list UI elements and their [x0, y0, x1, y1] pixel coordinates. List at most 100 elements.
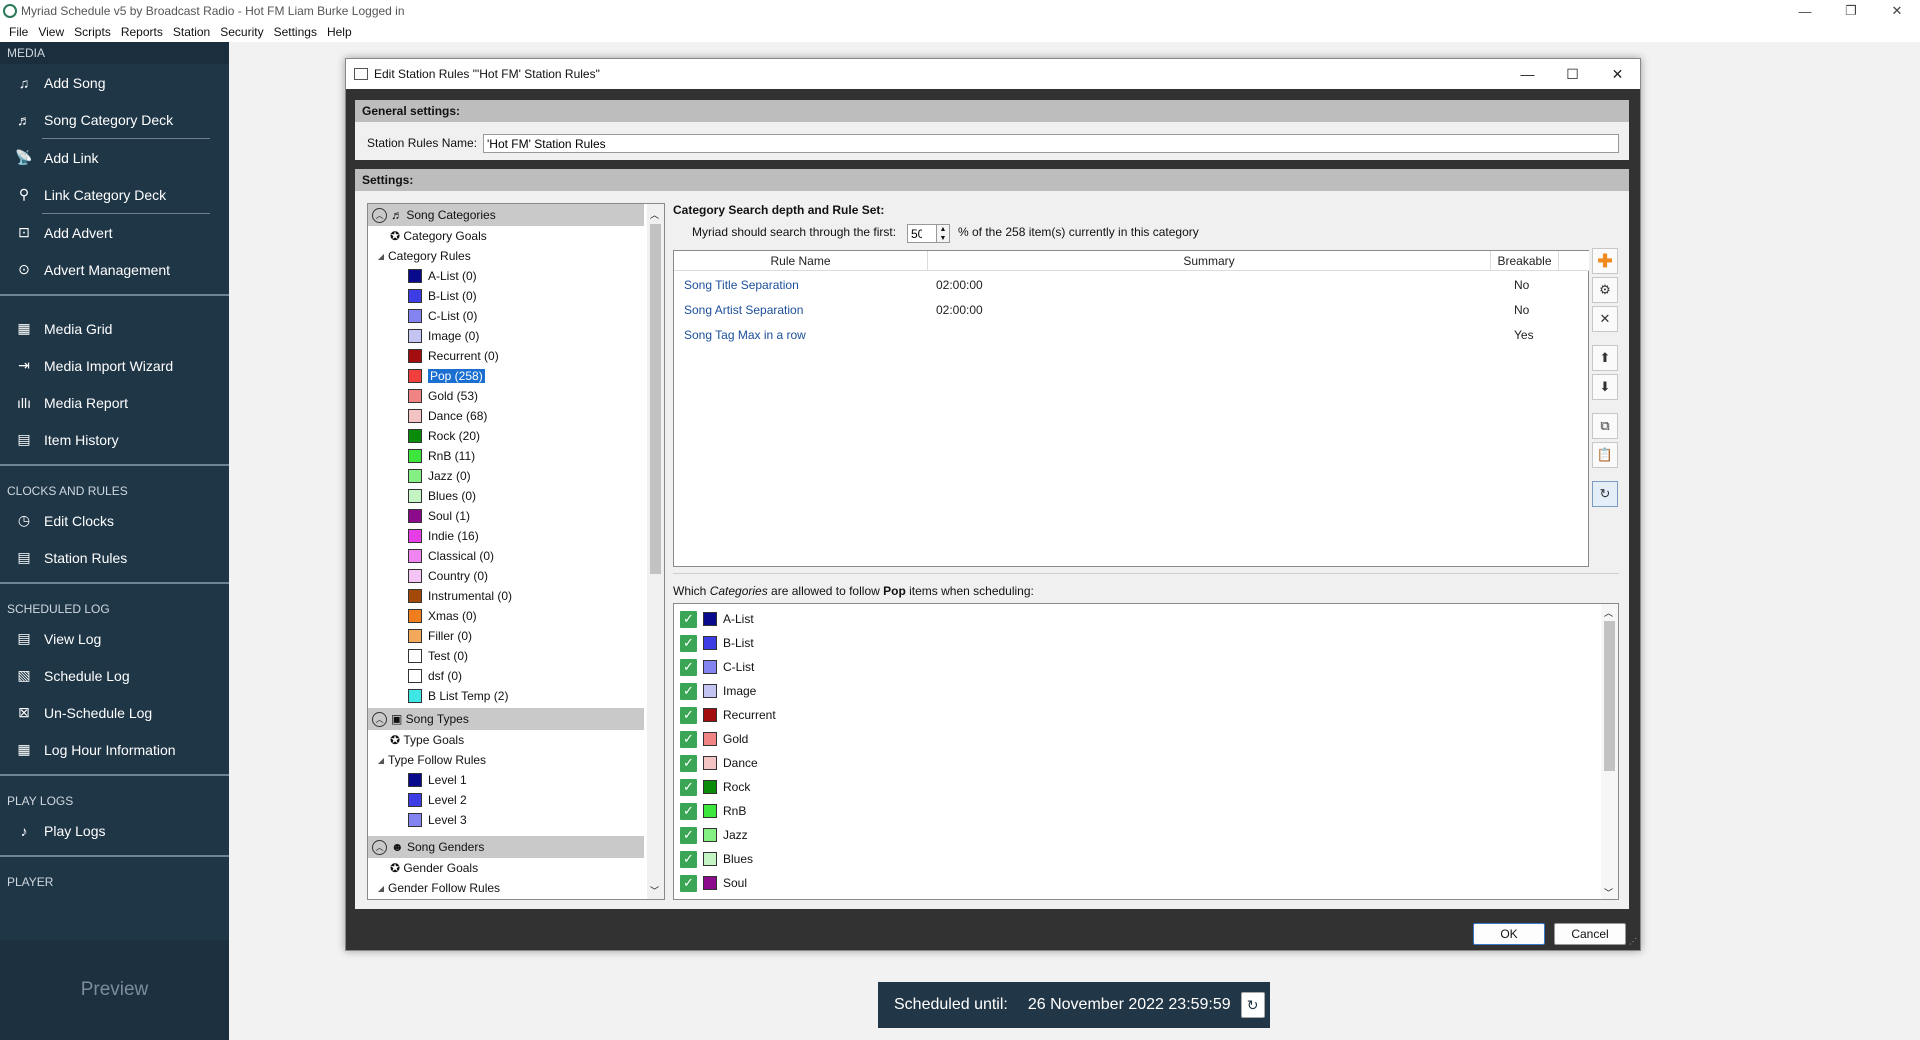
tree-item-category[interactable]: Soul (1): [368, 506, 664, 526]
follow-category-item[interactable]: ✓ Gold: [674, 727, 1618, 751]
tree-item-category[interactable]: Indie (16): [368, 526, 664, 546]
tree-item-category[interactable]: Xmas (0): [368, 606, 664, 626]
sidebar-item-media-grid[interactable]: ▦ Media Grid: [0, 310, 229, 347]
close-icon[interactable]: ✕: [1595, 59, 1640, 89]
follow-category-item[interactable]: ✓ Image: [674, 679, 1618, 703]
tree-item-level[interactable]: Level 3: [368, 810, 664, 830]
follow-category-item[interactable]: ✓ A-List: [674, 607, 1618, 631]
sidebar-item-view-log[interactable]: ▤ View Log: [0, 620, 229, 657]
tree-item-category[interactable]: B-List (0): [368, 286, 664, 306]
move-up-button[interactable]: ⬆: [1592, 345, 1618, 371]
expand-arrow-icon[interactable]: ◢: [374, 756, 388, 765]
follow-category-item[interactable]: ✓ RnB: [674, 799, 1618, 823]
sidebar-item-schedule-log[interactable]: ▧ Schedule Log: [0, 657, 229, 694]
tree-item-category[interactable]: Jazz (0): [368, 466, 664, 486]
checkbox[interactable]: ✓: [680, 658, 697, 676]
follow-category-item[interactable]: ✓ B-List: [674, 631, 1618, 655]
sidebar-item-station-rules[interactable]: ▤ Station Rules: [0, 539, 229, 576]
follow-category-item[interactable]: ✓ Jazz: [674, 823, 1618, 847]
menu-help[interactable]: Help: [322, 25, 357, 39]
tree-section-song-genders[interactable]: ︿ ☻ Song Genders: [368, 836, 644, 858]
scrollbar-thumb[interactable]: [650, 224, 661, 574]
sidebar-item-add-link[interactable]: 📡 Add Link: [0, 139, 229, 176]
copy-button[interactable]: ⧉: [1592, 413, 1618, 439]
scroll-up-icon[interactable]: ︿: [1604, 606, 1613, 619]
ok-button[interactable]: OK: [1473, 923, 1545, 945]
tree-item-category[interactable]: B List Temp (2): [368, 686, 664, 706]
checkbox[interactable]: ✓: [680, 706, 697, 724]
edit-rule-button[interactable]: ⚙: [1592, 277, 1618, 303]
sidebar-item-log-hour-information[interactable]: ▦ Log Hour Information: [0, 731, 229, 768]
move-down-button[interactable]: ⬇: [1592, 374, 1618, 400]
menu-settings[interactable]: Settings: [269, 25, 322, 39]
tree-item-category-rules[interactable]: ◢ Category Rules: [368, 246, 664, 266]
tree-item-category[interactable]: C-List (0): [368, 306, 664, 326]
collapse-icon[interactable]: ︿: [372, 839, 387, 855]
sidebar-item-play-logs[interactable]: ♪ Play Logs: [0, 812, 229, 849]
sidebar-item-advert-management[interactable]: ⊙ Advert Management: [0, 251, 229, 288]
sidebar-item-item-history[interactable]: ▤ Item History: [0, 421, 229, 458]
sidebar-item-media-import-wizard[interactable]: ⇥ Media Import Wizard: [0, 347, 229, 384]
minimize-icon[interactable]: —: [1505, 59, 1550, 89]
scroll-down-icon[interactable]: ﹀: [650, 884, 659, 897]
tree-item-category-goals[interactable]: ✪ Category Goals: [368, 226, 664, 246]
tree-section-song-categories[interactable]: ︿ ♬ Song Categories: [368, 204, 644, 226]
sidebar-item-unschedule-log[interactable]: ⊠ Un-Schedule Log: [0, 694, 229, 731]
expand-arrow-icon[interactable]: ◢: [374, 884, 388, 893]
minimize-icon[interactable]: —: [1782, 0, 1828, 22]
follow-category-item[interactable]: ✓ Rock: [674, 775, 1618, 799]
cancel-button[interactable]: Cancel: [1554, 923, 1626, 945]
station-rules-name-input[interactable]: [483, 134, 1619, 153]
tree-item-category[interactable]: Instrumental (0): [368, 586, 664, 606]
sidebar-item-add-song[interactable]: ♫ Add Song: [0, 64, 229, 101]
menu-security[interactable]: Security: [215, 25, 268, 39]
delete-rule-button[interactable]: ✕: [1592, 306, 1618, 332]
tree-item-level[interactable]: Level 1: [368, 770, 664, 790]
column-header-rule-name[interactable]: Rule Name: [674, 251, 928, 271]
column-header-breakable[interactable]: Breakable: [1491, 251, 1559, 271]
collapse-icon[interactable]: ︿: [372, 711, 387, 727]
checkbox[interactable]: ✓: [680, 778, 697, 796]
checkbox[interactable]: ✓: [680, 634, 697, 652]
follow-category-item[interactable]: ✓ Recurrent: [674, 703, 1618, 727]
tree-item-level[interactable]: Level 2: [368, 790, 664, 810]
search-depth-input[interactable]: [907, 224, 937, 243]
checkbox[interactable]: ✓: [680, 874, 697, 892]
menu-file[interactable]: File: [4, 25, 33, 39]
tree-item-category[interactable]: Gold (53): [368, 386, 664, 406]
checkbox[interactable]: ✓: [680, 754, 697, 772]
restore-icon[interactable]: ❐: [1828, 0, 1874, 22]
sidebar-item-song-category-deck[interactable]: ♬ Song Category Deck: [0, 101, 229, 138]
tree-item-category[interactable]: A-List (0): [368, 266, 664, 286]
menu-station[interactable]: Station: [168, 25, 215, 39]
follow-category-item[interactable]: ✓ C-List: [674, 655, 1618, 679]
menu-reports[interactable]: Reports: [116, 25, 168, 39]
rule-row[interactable]: Song Tag Max in a row Yes: [674, 323, 1588, 348]
tree-item-category[interactable]: Classical (0): [368, 546, 664, 566]
checkbox[interactable]: ✓: [680, 826, 697, 844]
refresh-schedule-button[interactable]: ↻: [1240, 992, 1265, 1018]
sidebar-item-media-report[interactable]: ıllı Media Report: [0, 384, 229, 421]
follow-category-item[interactable]: ✓ Soul: [674, 871, 1618, 895]
tree-item-type-goals[interactable]: ✪ Type Goals: [368, 730, 664, 750]
tree-item-category[interactable]: Image (0): [368, 326, 664, 346]
checkbox[interactable]: ✓: [680, 610, 697, 628]
tree-item-category[interactable]: RnB (11): [368, 446, 664, 466]
tree-item-category[interactable]: Country (0): [368, 566, 664, 586]
tree-item-type-follow-rules[interactable]: ◢ Type Follow Rules: [368, 750, 664, 770]
checkbox[interactable]: ✓: [680, 802, 697, 820]
resize-grip-icon[interactable]: ⋰: [1629, 937, 1637, 946]
scroll-down-icon[interactable]: ﹀: [1604, 886, 1613, 899]
tree-item-category[interactable]: Recurrent (0): [368, 346, 664, 366]
menu-view[interactable]: View: [33, 25, 69, 39]
tree-item-category[interactable]: Pop (258): [368, 366, 664, 386]
search-depth-spinner[interactable]: ▲ ▼: [936, 224, 950, 243]
tree-scrollbar[interactable]: ︿ ﹀: [647, 204, 664, 899]
close-icon[interactable]: ✕: [1874, 0, 1920, 22]
maximize-icon[interactable]: ☐: [1550, 59, 1595, 89]
rule-row[interactable]: Song Artist Separation 02:00:00 No: [674, 298, 1588, 323]
player-preview[interactable]: Preview: [0, 940, 229, 1040]
follow-list-scrollbar[interactable]: ︿ ﹀: [1601, 604, 1618, 899]
scrollbar-thumb[interactable]: [1604, 621, 1615, 771]
tree-item-category[interactable]: Dance (68): [368, 406, 664, 426]
